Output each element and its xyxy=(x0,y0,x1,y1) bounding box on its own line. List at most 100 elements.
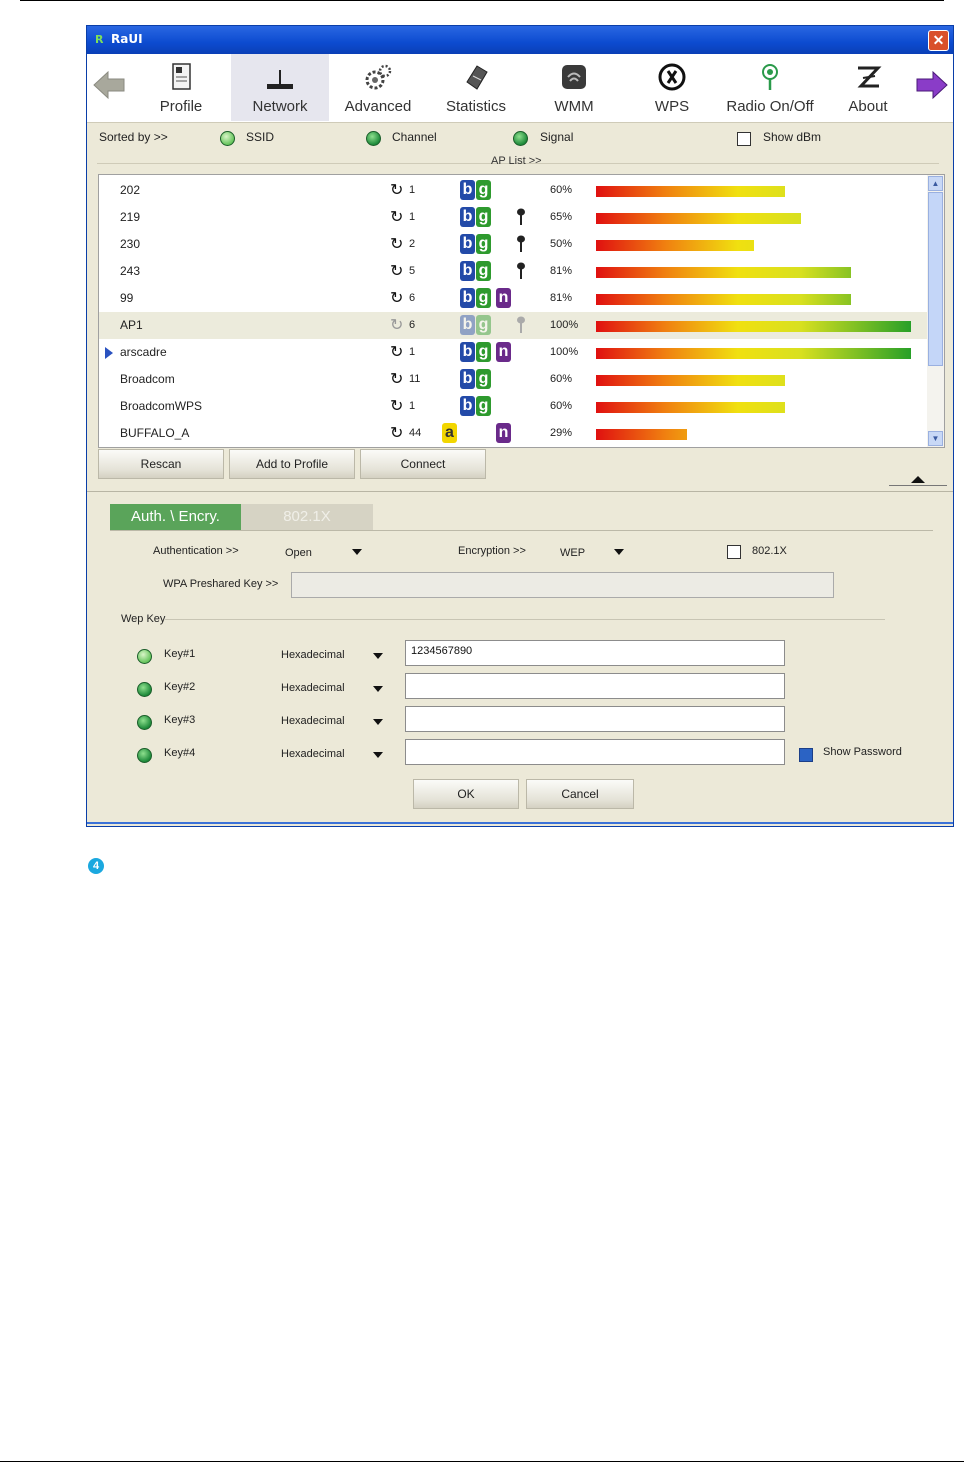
channel-icon: ↻ xyxy=(390,344,404,361)
rescan-button[interactable]: Rescan xyxy=(98,449,224,479)
ap-channel: 44 xyxy=(409,427,422,439)
security-key-icon xyxy=(517,208,525,225)
show-password-checkbox[interactable] xyxy=(799,748,813,762)
ap-signal: 81% xyxy=(550,265,573,277)
wep-key-input[interactable] xyxy=(405,673,785,699)
ap-row[interactable]: arscadre ↻ 1 b g n 100% xyxy=(99,339,927,366)
ap-row[interactable]: Broadcom ↻ 11 b g 60% xyxy=(99,366,927,393)
arrow-left-icon[interactable] xyxy=(92,68,126,102)
statistics-icon xyxy=(466,65,488,90)
ap-row[interactable]: AP1 ↻ 6 b g 100% xyxy=(99,312,927,339)
encryption-dropdown-icon[interactable] xyxy=(614,549,624,555)
ap-signal: 60% xyxy=(550,373,573,385)
signal-bar xyxy=(596,375,785,386)
tab-802-1x[interactable]: 802.1X xyxy=(241,504,373,530)
toolbar-radio[interactable]: Radio On/Off xyxy=(721,54,819,121)
ap-list[interactable]: BUFFALO_A ↻ 44 a n 29% BroadcomWPS ↻ 1 b g 60% Broad… xyxy=(98,174,945,448)
tab-auth-encry[interactable]: Auth. \ Encry. xyxy=(110,504,241,530)
title-bar[interactable]: R RaUI ✕ xyxy=(87,26,953,54)
wep-key-format-dropdown-icon[interactable] xyxy=(373,653,383,659)
sort-signal-radio[interactable] xyxy=(513,131,528,146)
wep-key-input[interactable] xyxy=(405,739,785,765)
sort-signal-label: Signal xyxy=(540,130,574,144)
toolbar-advanced[interactable]: Advanced xyxy=(329,54,427,121)
ap-channel: 6 xyxy=(409,319,416,331)
encryption-label: Encryption >> xyxy=(458,545,526,557)
channel-icon: ↻ xyxy=(390,371,404,388)
sort-channel-radio[interactable] xyxy=(366,131,381,146)
wep-key-input[interactable]: 1234567890 xyxy=(405,640,785,666)
ap-ssid: 219 xyxy=(120,210,141,224)
mode-b-icon: b xyxy=(460,369,475,389)
dot1x-label: 802.1X xyxy=(752,545,787,557)
mode-n-icon: n xyxy=(496,423,511,443)
encryption-select[interactable]: WEP xyxy=(560,547,585,559)
ap-row[interactable]: 243 ↻ 5 b g 81% xyxy=(99,258,927,285)
toolbar-network[interactable]: Network xyxy=(231,54,329,121)
ap-signal: 100% xyxy=(550,346,579,358)
security-key-icon xyxy=(517,235,525,252)
ap-row[interactable]: 99 ↻ 6 b g n 81% xyxy=(99,285,927,312)
toolbar-wmm[interactable]: WMM xyxy=(525,54,623,121)
channel-icon: ↻ xyxy=(390,263,404,280)
ap-row[interactable]: BUFFALO_A ↻ 44 a n 29% xyxy=(99,420,927,447)
collapse-panel-button[interactable] xyxy=(889,474,947,488)
scroll-down-icon[interactable]: ▼ xyxy=(928,431,943,446)
add-to-profile-button[interactable]: Add to Profile xyxy=(229,449,355,479)
wep-key-format-select[interactable]: Hexadecimal xyxy=(281,748,345,760)
sort-channel-label: Channel xyxy=(392,130,437,144)
mode-g-icon: g xyxy=(476,207,491,227)
authentication-select[interactable]: Open xyxy=(285,547,312,559)
mode-n-icon: n xyxy=(496,342,511,362)
toolbar-profile[interactable]: Profile xyxy=(132,54,230,121)
scroll-up-icon[interactable]: ▲ xyxy=(928,176,943,191)
wep-key-format-dropdown-icon[interactable] xyxy=(373,686,383,692)
connect-button[interactable]: Connect xyxy=(360,449,486,479)
channel-icon: ↻ xyxy=(390,317,404,334)
wep-key-format-select[interactable]: Hexadecimal xyxy=(281,682,345,694)
ap-ssid: BroadcomWPS xyxy=(120,399,203,413)
ap-list-scrollbar[interactable]: ▲ ▼ xyxy=(927,175,944,447)
toolbar: Profile Network Advanced Statistics WMM … xyxy=(87,54,953,123)
ap-signal: 50% xyxy=(550,238,573,250)
wep-key-format-select[interactable]: Hexadecimal xyxy=(281,715,345,727)
arrow-right-icon[interactable] xyxy=(915,68,949,102)
wep-key-radio[interactable] xyxy=(137,748,152,763)
ap-signal: 100% xyxy=(550,319,579,331)
mode-b-icon: b xyxy=(460,396,475,416)
signal-bar xyxy=(596,213,801,224)
wep-key-radio[interactable] xyxy=(137,682,152,697)
toolbar-advanced-label: Advanced xyxy=(344,98,412,115)
ap-row[interactable]: 202 ↻ 1 b g 60% xyxy=(99,177,927,204)
signal-bar xyxy=(596,402,785,413)
toolbar-wps[interactable]: WPS xyxy=(623,54,721,121)
toolbar-about[interactable]: About xyxy=(819,54,917,121)
wep-key-radio[interactable] xyxy=(137,715,152,730)
wep-key-format-select[interactable]: Hexadecimal xyxy=(281,649,345,661)
channel-icon: ↻ xyxy=(390,236,404,253)
sort-ssid-radio[interactable] xyxy=(220,131,235,146)
dot1x-checkbox[interactable] xyxy=(727,545,741,559)
ap-ssid: 202 xyxy=(120,183,141,197)
ap-signal: 65% xyxy=(550,211,573,223)
wep-key-format-dropdown-icon[interactable] xyxy=(373,752,383,758)
mode-g-icon: g xyxy=(476,288,491,308)
ap-row[interactable]: BroadcomWPS ↻ 1 b g 60% xyxy=(99,393,927,420)
scroll-thumb[interactable] xyxy=(928,192,943,366)
close-button[interactable]: ✕ xyxy=(928,30,949,51)
ap-channel: 1 xyxy=(409,346,416,358)
wep-key-format-dropdown-icon[interactable] xyxy=(373,719,383,725)
wep-key-label: Key#4 xyxy=(164,747,196,759)
wpa-preshared-key-input[interactable] xyxy=(291,572,834,598)
authentication-dropdown-icon[interactable] xyxy=(352,549,362,555)
authentication-label: Authentication >> xyxy=(153,545,239,557)
ap-row[interactable]: 230 ↻ 2 b g 50% xyxy=(99,231,927,258)
wep-key-input[interactable] xyxy=(405,706,785,732)
ok-button[interactable]: OK xyxy=(413,779,519,809)
toolbar-statistics[interactable]: Statistics xyxy=(427,54,525,121)
wep-key-radio[interactable] xyxy=(137,649,152,664)
cancel-button[interactable]: Cancel xyxy=(526,779,634,809)
show-dbm-checkbox[interactable] xyxy=(737,132,751,146)
ap-row[interactable]: 219 ↻ 1 b g 65% xyxy=(99,204,927,231)
section-divider xyxy=(87,491,953,492)
